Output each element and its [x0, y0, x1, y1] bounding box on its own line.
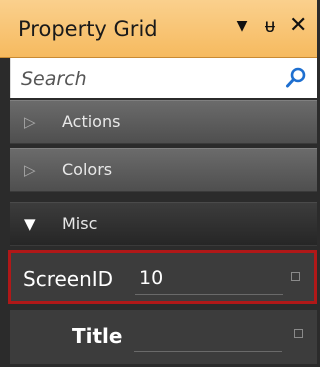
property-value-input[interactable] — [135, 261, 283, 295]
search-icon[interactable] — [284, 66, 308, 90]
category-label: Actions — [62, 112, 121, 131]
collapse-arrow-icon[interactable]: ▼ — [24, 215, 36, 233]
search-bar — [10, 58, 317, 100]
category-actions[interactable]: ▷ Actions — [10, 100, 317, 144]
category-label: Colors — [62, 160, 113, 179]
category-label: Misc — [62, 214, 98, 233]
dropdown-icon[interactable]: ▼ — [233, 14, 251, 38]
property-editor-button[interactable] — [294, 329, 303, 338]
property-value-input[interactable] — [134, 318, 282, 352]
search-input[interactable] — [19, 58, 283, 100]
window-controls: ▼ ᵾ ✕ — [233, 14, 308, 38]
category-colors[interactable]: ▷ Colors — [10, 148, 317, 192]
panel-title: Property Grid — [18, 17, 158, 41]
property-name: ScreenID — [23, 267, 114, 291]
property-name: Title — [72, 324, 123, 348]
property-row-title[interactable]: Title — [10, 310, 317, 364]
expand-arrow-icon[interactable]: ▷ — [24, 113, 36, 131]
property-row-screenid[interactable]: ScreenID — [8, 250, 317, 304]
property-editor-button[interactable] — [291, 272, 300, 281]
category-misc[interactable]: ▼ Misc — [10, 202, 317, 246]
close-icon[interactable]: ✕ — [289, 14, 307, 38]
expand-arrow-icon[interactable]: ▷ — [24, 161, 36, 179]
title-bar: Property Grid ▼ ᵾ ✕ — [0, 0, 317, 58]
pin-icon[interactable]: ᵾ — [261, 14, 279, 38]
